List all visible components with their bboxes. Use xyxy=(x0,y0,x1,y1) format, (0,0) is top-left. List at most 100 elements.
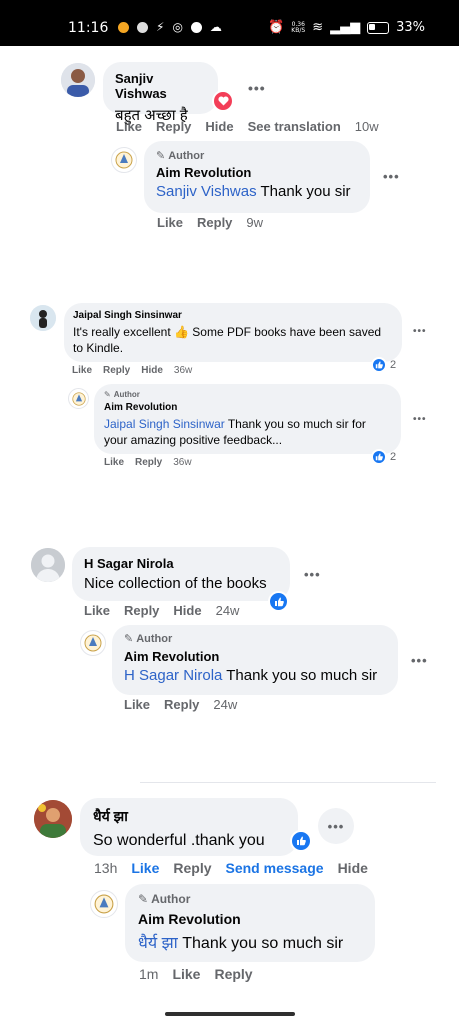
comment-bubble[interactable]: H Sagar Nirola Nice collection of the bo… xyxy=(72,547,290,601)
mention-link[interactable]: Jaipal Singh Sinsinwar xyxy=(104,417,225,431)
avatar[interactable] xyxy=(31,548,65,582)
reply-time: 9w xyxy=(246,215,264,230)
mention-link[interactable]: H Sagar Nirola xyxy=(124,667,222,684)
comment-time: 10w xyxy=(354,119,379,134)
pencil-icon: ✎ xyxy=(124,633,134,645)
comment-bubble[interactable]: Jaipal Singh Sinsinwar It's really excel… xyxy=(64,303,402,362)
like-button[interactable]: Like xyxy=(84,603,110,618)
reply-button[interactable]: Reply xyxy=(173,860,211,876)
comment-actions: 13h Like Reply Send message Hide xyxy=(94,860,382,876)
like-button[interactable]: Like xyxy=(172,966,200,982)
reaction-count: 2 xyxy=(390,451,397,463)
reply-actions: Like Reply 24w xyxy=(124,697,251,712)
like-reaction-icon xyxy=(371,357,387,373)
reaction-summary[interactable]: 2 xyxy=(371,449,396,465)
comment-bubble[interactable]: Sanjiv Vishwas बहुत अच्छा है xyxy=(103,62,218,124)
reply-text: Sanjiv Vishwas Thank you sir xyxy=(156,183,351,200)
page-avatar[interactable] xyxy=(90,890,118,918)
hide-button[interactable]: Hide xyxy=(173,603,201,618)
like-reaction-icon[interactable] xyxy=(268,591,289,612)
replier-name[interactable]: Aim Revolution xyxy=(138,911,362,927)
commenter-name[interactable]: Jaipal Singh Sinsinwar xyxy=(73,310,393,321)
mention-link[interactable]: Sanjiv Vishwas xyxy=(156,183,257,200)
comment-actions: Like Reply Hide 24w xyxy=(84,603,253,618)
love-reaction-icon[interactable] xyxy=(212,90,234,112)
reaction-count: 2 xyxy=(390,359,397,371)
notification-icons: ⚡ ◎ ☁ xyxy=(118,20,222,34)
like-button[interactable]: Like xyxy=(157,215,183,230)
system-icons: ⏰ 0.36 KB/S ≋ ▂▄▆ 33% xyxy=(268,20,425,35)
divider xyxy=(140,782,436,783)
reply-button[interactable]: Reply xyxy=(214,966,252,982)
see-translation-button[interactable]: See translation xyxy=(248,119,341,134)
comment-actions: Like Reply Hide 36w xyxy=(72,365,206,376)
commenter-name[interactable]: H Sagar Nirola xyxy=(84,556,278,571)
pencil-icon: ✎ xyxy=(138,892,149,906)
comment-bubble[interactable]: धैर्य झा So wonderful .thank you xyxy=(80,798,298,856)
like-button[interactable]: Like xyxy=(104,457,124,468)
replier-name[interactable]: Aim Revolution xyxy=(104,402,391,413)
comment-actions: Like Reply Hide See translation 10w xyxy=(116,119,393,134)
comment-text: It's really excellent 👍 Some PDF books h… xyxy=(73,325,382,355)
app-notification-icon xyxy=(137,21,148,33)
reply-button[interactable]: Reply xyxy=(124,603,159,618)
page-avatar[interactable] xyxy=(80,630,106,656)
like-reaction-icon[interactable] xyxy=(290,830,312,852)
replier-name[interactable]: Aim Revolution xyxy=(156,165,358,180)
aim-revolution-logo-icon xyxy=(94,894,114,914)
author-badge: ✎ Author xyxy=(138,892,191,906)
more-options-icon[interactable]: ••• xyxy=(411,653,428,668)
like-button[interactable]: Like xyxy=(116,119,142,134)
author-badge: ✎ Author xyxy=(156,149,205,163)
more-options-icon[interactable]: ••• xyxy=(304,567,321,582)
reaction-summary[interactable]: 2 xyxy=(371,357,396,373)
hide-button[interactable]: Hide xyxy=(338,860,368,876)
battery-icon xyxy=(367,21,390,34)
more-options-icon[interactable]: ••• xyxy=(413,326,427,337)
pencil-icon: ✎ xyxy=(156,150,166,162)
commenter-name[interactable]: Sanjiv Vishwas xyxy=(115,71,206,101)
hide-button[interactable]: Hide xyxy=(205,119,233,134)
reply-bubble[interactable]: ✎ Author Aim Revolution धैर्य झा Thank yo… xyxy=(125,884,375,962)
reply-bubble[interactable]: ✎ Author Aim Revolution Jaipal Singh Sins… xyxy=(94,384,401,454)
reply-text: Jaipal Singh Sinsinwar Thank you so much… xyxy=(104,417,366,447)
reply-bubble[interactable]: ✎ Author Aim Revolution Sanjiv Vishwas Th… xyxy=(144,141,370,213)
more-options-icon[interactable]: ••• xyxy=(248,80,266,96)
like-button[interactable]: Like xyxy=(124,697,150,712)
battery-percent: 33% xyxy=(396,20,425,35)
hide-button[interactable]: Hide xyxy=(141,365,163,376)
reply-button[interactable]: Reply xyxy=(197,215,232,230)
reply-button[interactable]: Reply xyxy=(103,365,130,376)
reply-button[interactable]: Reply xyxy=(156,119,191,134)
more-options-icon[interactable]: ••• xyxy=(383,169,400,184)
commenter-name[interactable]: धैर्य झा xyxy=(93,807,285,826)
home-indicator[interactable] xyxy=(165,1012,295,1016)
facebook-icon xyxy=(190,21,202,33)
avatar[interactable] xyxy=(34,800,72,838)
send-message-button[interactable]: Send message xyxy=(226,860,324,876)
author-badge: ✎ Author xyxy=(124,632,173,646)
reply-bubble[interactable]: ✎ Author Aim Revolution H Sagar Nirola Th… xyxy=(112,625,398,695)
default-avatar-icon xyxy=(31,548,65,582)
reply-time: 24w xyxy=(213,697,238,712)
like-button[interactable]: Like xyxy=(72,365,92,376)
replier-name[interactable]: Aim Revolution xyxy=(124,649,386,664)
like-button[interactable]: Like xyxy=(131,860,159,876)
avatar[interactable] xyxy=(30,305,56,331)
more-options-icon[interactable]: ••• xyxy=(318,808,354,844)
page-avatar[interactable] xyxy=(111,147,137,173)
more-options-icon[interactable]: ••• xyxy=(413,414,427,425)
cloud-icon: ☁ xyxy=(209,20,222,34)
aim-revolution-logo-icon xyxy=(84,634,102,652)
mention-link[interactable]: धैर्य झा xyxy=(138,935,178,952)
like-reaction-icon xyxy=(371,449,387,465)
reply-button[interactable]: Reply xyxy=(135,457,162,468)
aim-revolution-logo-icon xyxy=(115,151,133,169)
page-avatar[interactable] xyxy=(68,388,89,409)
aim-revolution-logo-icon xyxy=(71,391,86,406)
avatar[interactable] xyxy=(61,63,95,97)
pencil-icon: ✎ xyxy=(104,390,111,399)
author-badge: ✎ Author xyxy=(104,390,140,399)
reply-button[interactable]: Reply xyxy=(164,697,199,712)
flash-icon: ⚡ xyxy=(156,20,165,34)
